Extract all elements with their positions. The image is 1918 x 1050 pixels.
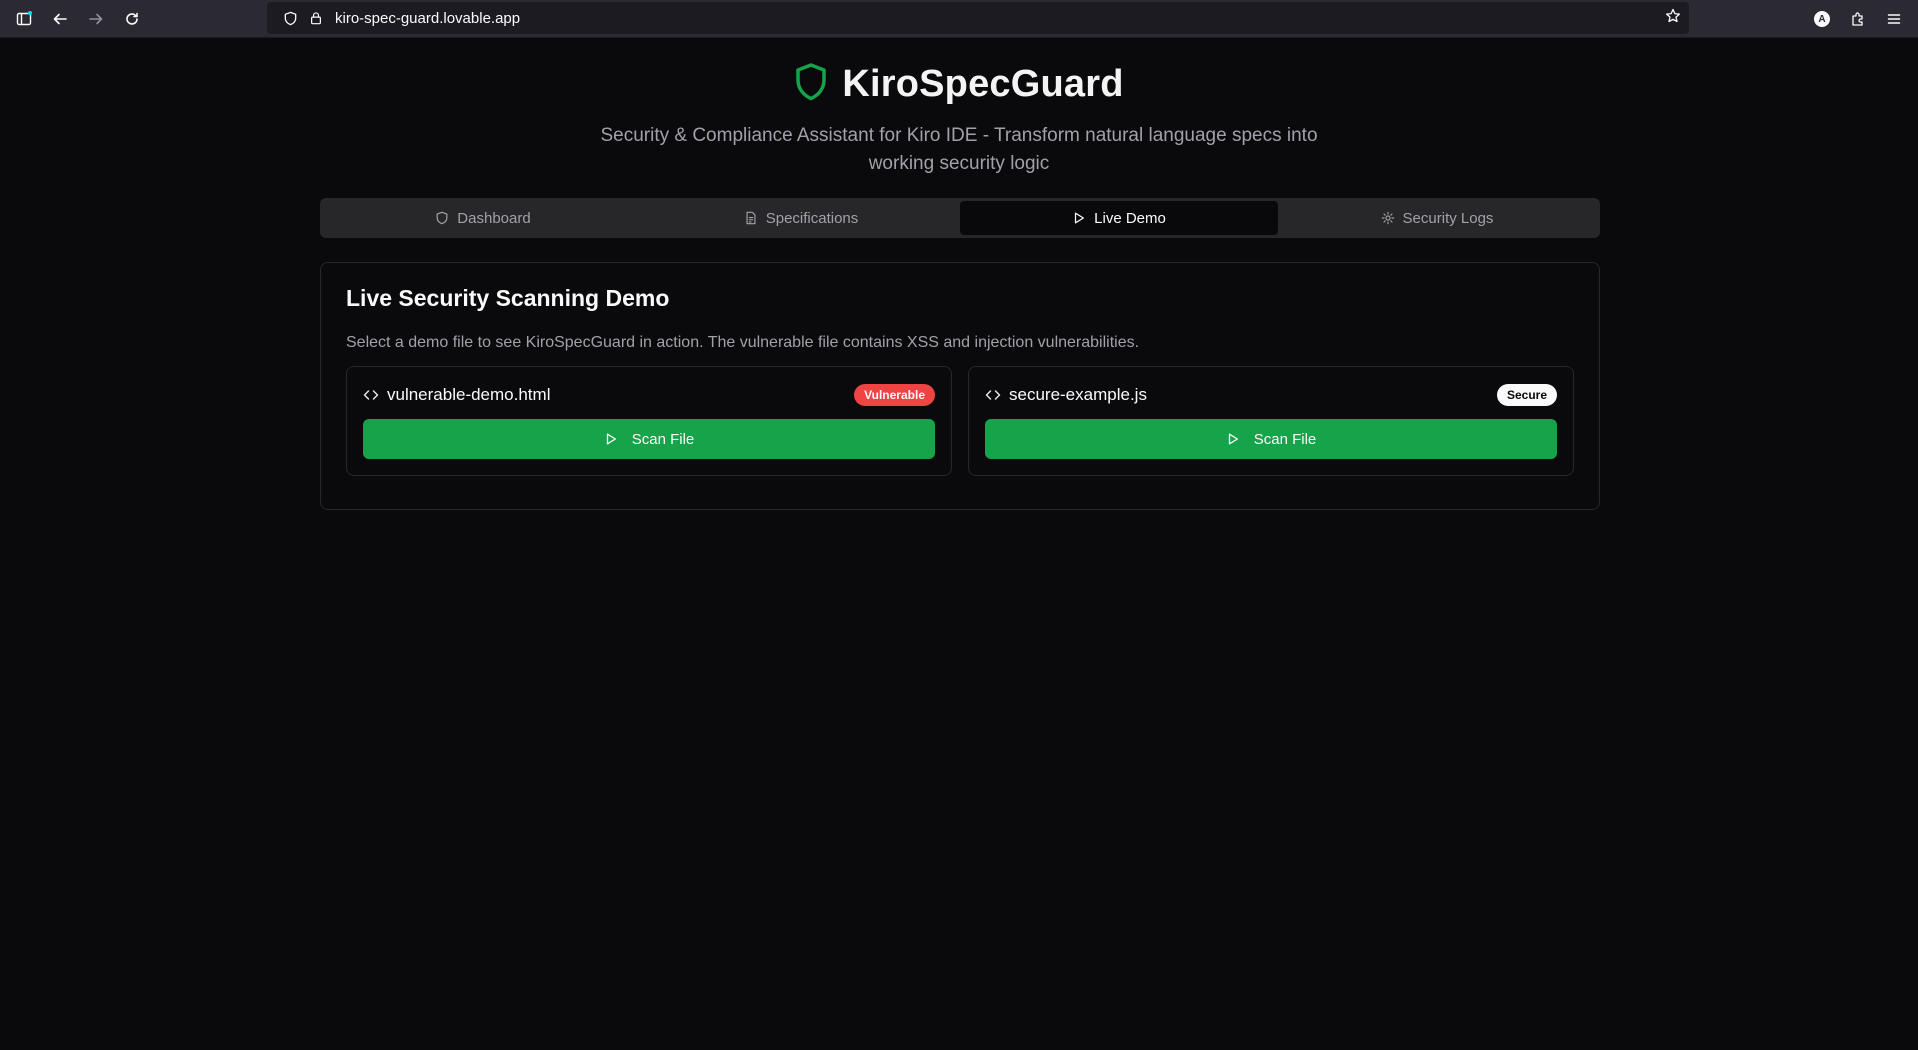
url-bar[interactable]: kiro-spec-guard.lovable.app: [267, 2, 1689, 34]
status-badge-vulnerable: Vulnerable: [854, 384, 935, 406]
reload-icon[interactable]: [114, 3, 150, 35]
file-text-icon: [746, 211, 756, 225]
code-icon: [985, 387, 1001, 403]
browser-toolbar: kiro-spec-guard.lovable.app A: [0, 0, 1918, 38]
url-text[interactable]: kiro-spec-guard.lovable.app: [335, 10, 520, 27]
tab-label: Live Demo: [1094, 209, 1166, 227]
button-label: Scan File: [1253, 430, 1317, 448]
play-icon: [1228, 433, 1238, 445]
play-icon: [606, 433, 616, 445]
demo-files: vulnerable-demo.html Vulnerable Scan Fil…: [346, 366, 1574, 476]
tab-specifications[interactable]: Specifications: [642, 201, 960, 235]
shield-icon: [436, 211, 448, 225]
sidebar-toggle-icon[interactable]: [6, 3, 42, 35]
file-card-vulnerable: vulnerable-demo.html Vulnerable Scan Fil…: [346, 366, 952, 476]
app-title: KiroSpecGuard: [842, 62, 1124, 105]
tab-label: Dashboard: [457, 209, 531, 227]
tab-dashboard[interactable]: Dashboard: [324, 201, 642, 235]
header: KiroSpecGuard Security & Compliance Assi…: [0, 60, 1918, 178]
lock-icon[interactable]: [303, 11, 329, 25]
file-name: vulnerable-demo.html: [387, 385, 551, 404]
live-demo-card: Live Security Scanning Demo Select a dem…: [320, 262, 1600, 510]
gear-icon: [1381, 211, 1394, 225]
tab-label: Security Logs: [1402, 209, 1494, 227]
tab-security-logs[interactable]: Security Logs: [1278, 201, 1596, 235]
forward-icon[interactable]: [78, 3, 114, 35]
file-name: secure-example.js: [1009, 385, 1147, 404]
brand: KiroSpecGuard: [794, 60, 1123, 108]
app-subtitle: Security & Compliance Assistant for Kiro…: [600, 125, 1318, 174]
menu-icon[interactable]: [1880, 3, 1908, 35]
tab-list: Dashboard Specifications Live Demo Secur…: [320, 198, 1600, 238]
tracking-shield-icon[interactable]: [277, 11, 303, 26]
tab-label: Specifications: [765, 209, 859, 227]
play-icon: [1075, 212, 1085, 224]
status-badge-secure: Secure: [1496, 384, 1557, 406]
tab-live-demo[interactable]: Live Demo: [960, 201, 1278, 235]
button-label: Scan File: [631, 430, 695, 448]
scan-file-button[interactable]: Scan File: [363, 419, 935, 459]
back-icon[interactable]: [42, 3, 78, 35]
shield-logo-icon: [794, 62, 828, 107]
card-description: Select a demo file to see KiroSpecGuard …: [346, 334, 1140, 351]
page: KiroSpecGuard Security & Compliance Assi…: [0, 38, 1918, 1050]
bookmark-star-icon[interactable]: [1665, 8, 1681, 28]
code-icon: [363, 387, 379, 403]
scan-file-button[interactable]: Scan File: [985, 419, 1557, 459]
account-icon[interactable]: A: [1808, 3, 1836, 35]
file-card-secure: secure-example.js Secure Scan File: [968, 366, 1574, 476]
extensions-icon[interactable]: [1844, 3, 1872, 35]
card-title: Live Security Scanning Demo: [346, 285, 670, 311]
